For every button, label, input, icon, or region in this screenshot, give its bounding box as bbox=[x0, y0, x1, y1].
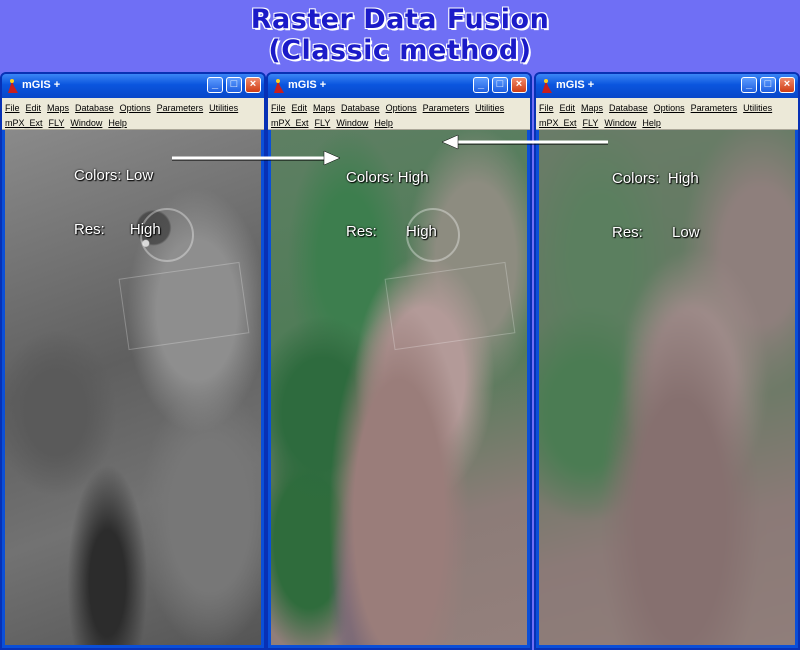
page-title: Raster Data Fusion (Classic method) bbox=[0, 4, 800, 66]
menu-file[interactable]: File bbox=[539, 103, 554, 113]
annot-right-res-value: Low bbox=[672, 224, 700, 241]
menu-options[interactable]: Options bbox=[120, 103, 151, 113]
menu-bar: File Edit Maps Database Options Paramete… bbox=[536, 98, 798, 130]
window-title: mGIS + bbox=[288, 79, 327, 91]
menu-bar: File Edit Maps Database Options Paramete… bbox=[2, 98, 264, 130]
menu-utilities[interactable]: Utilities bbox=[743, 103, 772, 113]
menu-edit[interactable]: Edit bbox=[292, 103, 308, 113]
menu-parameters[interactable]: Parameters bbox=[691, 103, 738, 113]
menu-window[interactable]: Window bbox=[336, 118, 368, 128]
menu-fly[interactable]: FLY bbox=[583, 118, 599, 128]
annotation-right: Colors: High Res: Low bbox=[612, 134, 700, 260]
window-titlebar[interactable]: mGIS + _ □ × bbox=[268, 74, 530, 98]
menu-database[interactable]: Database bbox=[341, 103, 380, 113]
annot-left-colors-value: Low bbox=[125, 167, 154, 184]
map-feature-airfield bbox=[118, 261, 250, 351]
menu-options[interactable]: Options bbox=[654, 103, 685, 113]
menu-maps[interactable]: Maps bbox=[47, 103, 69, 113]
menu-options[interactable]: Options bbox=[386, 103, 417, 113]
menu-utilities[interactable]: Utilities bbox=[209, 103, 238, 113]
minimize-icon[interactable]: _ bbox=[473, 77, 489, 93]
window-title: mGIS + bbox=[22, 79, 61, 91]
annot-left-colors-label: Colors: bbox=[74, 167, 122, 184]
annotation-center: Colors: High Res: High bbox=[346, 133, 437, 259]
menu-parameters[interactable]: Parameters bbox=[157, 103, 204, 113]
map-feature-airfield bbox=[384, 261, 516, 351]
close-icon[interactable]: × bbox=[511, 77, 527, 93]
menu-parameters[interactable]: Parameters bbox=[423, 103, 470, 113]
annot-center-colors-label: Colors: bbox=[346, 169, 394, 186]
close-icon[interactable]: × bbox=[779, 77, 795, 93]
window-titlebar[interactable]: mGIS + _ □ × bbox=[536, 74, 798, 98]
menu-fly[interactable]: FLY bbox=[49, 118, 65, 128]
annot-center-colors-value: High bbox=[397, 169, 429, 186]
annot-center-res-label: Res: bbox=[346, 223, 377, 240]
menu-help[interactable]: Help bbox=[108, 118, 127, 128]
menu-database[interactable]: Database bbox=[75, 103, 114, 113]
mgis-app-icon bbox=[8, 79, 18, 93]
menu-utilities[interactable]: Utilities bbox=[475, 103, 504, 113]
menu-window[interactable]: Window bbox=[604, 118, 636, 128]
annot-right-res-label: Res: bbox=[612, 224, 643, 241]
menu-file[interactable]: File bbox=[5, 103, 20, 113]
menu-mpx-ext[interactable]: mPX_Ext bbox=[5, 118, 43, 128]
menu-fly[interactable]: FLY bbox=[315, 118, 331, 128]
menu-mpx-ext[interactable]: mPX_Ext bbox=[539, 118, 577, 128]
menu-bar: File Edit Maps Database Options Paramete… bbox=[268, 98, 530, 130]
close-icon[interactable]: × bbox=[245, 77, 261, 93]
annot-right-colors-label: Colors: bbox=[612, 170, 660, 187]
menu-maps[interactable]: Maps bbox=[313, 103, 335, 113]
menu-edit[interactable]: Edit bbox=[560, 103, 576, 113]
maximize-icon[interactable]: □ bbox=[492, 77, 508, 93]
menu-help[interactable]: Help bbox=[374, 118, 393, 128]
maximize-icon[interactable]: □ bbox=[226, 77, 242, 93]
minimize-icon[interactable]: _ bbox=[741, 77, 757, 93]
annot-left-res-value: High bbox=[129, 221, 161, 238]
menu-database[interactable]: Database bbox=[609, 103, 648, 113]
menu-maps[interactable]: Maps bbox=[581, 103, 603, 113]
annot-right-colors-value: High bbox=[667, 170, 699, 187]
menu-help[interactable]: Help bbox=[642, 118, 661, 128]
minimize-icon[interactable]: _ bbox=[207, 77, 223, 93]
annot-center-res-value: High bbox=[406, 223, 437, 240]
menu-file[interactable]: File bbox=[271, 103, 286, 113]
page-title-line2: (Classic method) bbox=[268, 35, 532, 66]
menu-mpx-ext[interactable]: mPX_Ext bbox=[271, 118, 309, 128]
annot-left-res-label: Res: bbox=[74, 221, 105, 238]
mgis-app-icon bbox=[274, 79, 284, 93]
mgis-app-icon bbox=[542, 79, 552, 93]
maximize-icon[interactable]: □ bbox=[760, 77, 776, 93]
page-title-line1: Raster Data Fusion bbox=[250, 4, 550, 35]
menu-window[interactable]: Window bbox=[70, 118, 102, 128]
menu-edit[interactable]: Edit bbox=[26, 103, 42, 113]
window-title: mGIS + bbox=[556, 79, 595, 91]
annotation-left: Colors: Low Res: High bbox=[74, 131, 161, 257]
window-titlebar[interactable]: mGIS + _ □ × bbox=[2, 74, 264, 98]
